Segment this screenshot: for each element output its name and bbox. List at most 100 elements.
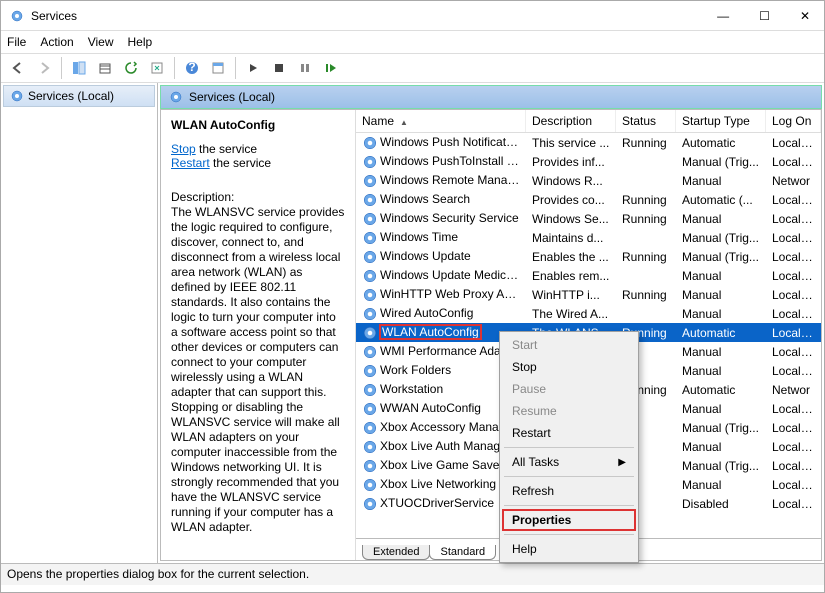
cell-description: WinHTTP i...	[526, 287, 616, 303]
pause-service-button[interactable]	[294, 57, 316, 79]
cell-logon: Local Sy	[766, 344, 821, 360]
table-row[interactable]: Windows PushToInstall Serv...Provides in…	[356, 152, 821, 171]
ctx-stop[interactable]: Stop	[502, 356, 636, 378]
table-row[interactable]: Wired AutoConfigThe Wired A...ManualLoca…	[356, 304, 821, 323]
cell-startup: Manual (Trig...	[676, 420, 766, 436]
cell-status	[616, 180, 676, 182]
cell-name: Windows Search	[356, 191, 526, 209]
table-row[interactable]: Windows Push Notification...This service…	[356, 133, 821, 152]
minimize-button[interactable]: —	[711, 9, 735, 23]
cell-startup: Automatic	[676, 135, 766, 151]
cell-logon: Local Se	[766, 230, 821, 246]
menu-file[interactable]: File	[7, 35, 26, 49]
properties-button[interactable]	[207, 57, 229, 79]
main-content: Services (Local) Services (Local) WLAN A…	[1, 83, 824, 563]
menu-view[interactable]: View	[88, 35, 114, 49]
svg-text:?: ?	[188, 61, 195, 74]
help-button[interactable]: ?	[181, 57, 203, 79]
cell-startup: Manual	[676, 306, 766, 322]
ctx-start: Start	[502, 334, 636, 356]
ctx-pause: Pause	[502, 378, 636, 400]
table-row[interactable]: Windows Remote Manage...Windows R...Manu…	[356, 171, 821, 190]
stop-service-link[interactable]: Stop	[171, 142, 196, 156]
gear-icon	[169, 90, 183, 104]
ctx-properties[interactable]: Properties	[502, 509, 636, 531]
table-row[interactable]: WinHTTP Web Proxy Auto-...WinHTTP i...Ru…	[356, 285, 821, 304]
back-button[interactable]	[7, 57, 29, 79]
status-bar: Opens the properties dialog box for the …	[1, 563, 824, 585]
table-row[interactable]: Windows UpdateEnables the ...RunningManu…	[356, 247, 821, 266]
ctx-all-tasks[interactable]: All Tasks▶	[502, 451, 636, 473]
cell-name: Windows Push Notification...	[356, 134, 526, 152]
table-row[interactable]: Windows Update Medic Ser...Enables rem..…	[356, 266, 821, 285]
export-button[interactable]	[146, 57, 168, 79]
window-title: Services	[31, 9, 711, 23]
ctx-refresh[interactable]: Refresh	[502, 480, 636, 502]
cell-name: Windows Remote Manage...	[356, 172, 526, 190]
column-description[interactable]: Description	[526, 110, 616, 132]
cell-startup: Manual	[676, 439, 766, 455]
submenu-arrow-icon: ▶	[618, 457, 626, 468]
cell-logon: Local Sy	[766, 401, 821, 417]
cell-status: Running	[616, 211, 676, 227]
ctx-restart[interactable]: Restart	[502, 422, 636, 444]
cell-name: WinHTTP Web Proxy Auto-...	[356, 286, 526, 304]
separator	[61, 57, 62, 79]
tree-item-services-local[interactable]: Services (Local)	[3, 85, 155, 107]
column-name[interactable]: Name▲	[356, 110, 526, 132]
right-pane-header: Services (Local)	[160, 85, 822, 109]
selected-service-title: WLAN AutoConfig	[171, 118, 345, 132]
start-service-button[interactable]	[242, 57, 264, 79]
column-status[interactable]: Status	[616, 110, 676, 132]
stop-service-button[interactable]	[268, 57, 290, 79]
cell-status	[616, 161, 676, 163]
restart-service-link[interactable]: Restart	[171, 156, 210, 170]
table-row[interactable]: Windows SearchProvides co...RunningAutom…	[356, 190, 821, 209]
forward-button[interactable]	[33, 57, 55, 79]
cell-name: Windows PushToInstall Serv...	[356, 153, 526, 171]
cell-startup: Manual (Trig...	[676, 249, 766, 265]
title-bar: Services — ☐ ✕	[1, 1, 824, 31]
cell-description: Enables the ...	[526, 249, 616, 265]
refresh-button[interactable]	[120, 57, 142, 79]
services-app-icon	[9, 8, 25, 24]
tab-standard[interactable]: Standard	[429, 545, 496, 560]
cell-logon: Local Sy	[766, 135, 821, 151]
cell-name: Windows Update	[356, 248, 526, 266]
show-hide-tree-button[interactable]	[68, 57, 90, 79]
cell-name: Windows Time	[356, 229, 526, 247]
menu-action[interactable]: Action	[40, 35, 73, 49]
export-list-button[interactable]	[94, 57, 116, 79]
sort-asc-icon: ▲	[400, 118, 408, 127]
cell-startup: Manual	[676, 173, 766, 189]
cell-startup: Automatic	[676, 325, 766, 341]
cell-logon: Local Sy	[766, 477, 821, 493]
column-startup-type[interactable]: Startup Type	[676, 110, 766, 132]
restart-service-button[interactable]	[320, 57, 342, 79]
table-row[interactable]: Windows Security ServiceWindows Se...Run…	[356, 209, 821, 228]
menu-help[interactable]: Help	[128, 35, 153, 49]
cell-startup: Manual	[676, 477, 766, 493]
cell-description: Provides inf...	[526, 154, 616, 170]
cell-name: Windows Security Service	[356, 210, 526, 228]
cell-logon: Networ	[766, 382, 821, 398]
restart-suffix: the service	[210, 156, 271, 170]
cell-status	[616, 313, 676, 315]
cell-description: This service ...	[526, 135, 616, 151]
cell-status	[616, 275, 676, 277]
column-log-on[interactable]: Log On	[766, 110, 821, 132]
cell-startup: Manual (Trig...	[676, 458, 766, 474]
ctx-divider	[504, 505, 634, 506]
close-button[interactable]: ✕	[794, 9, 816, 23]
cell-startup: Manual	[676, 211, 766, 227]
menu-bar: File Action View Help	[1, 31, 824, 53]
maximize-button[interactable]: ☐	[753, 9, 776, 23]
table-row[interactable]: Windows TimeMaintains d...Manual (Trig..…	[356, 228, 821, 247]
ctx-help[interactable]: Help	[502, 538, 636, 560]
navigation-tree: Services (Local)	[1, 83, 158, 563]
gear-icon	[10, 89, 24, 103]
tool-bar: ?	[1, 53, 824, 83]
tab-extended[interactable]: Extended	[362, 545, 430, 560]
context-menu: Start Stop Pause Resume Restart All Task…	[499, 331, 639, 563]
ctx-divider	[504, 476, 634, 477]
